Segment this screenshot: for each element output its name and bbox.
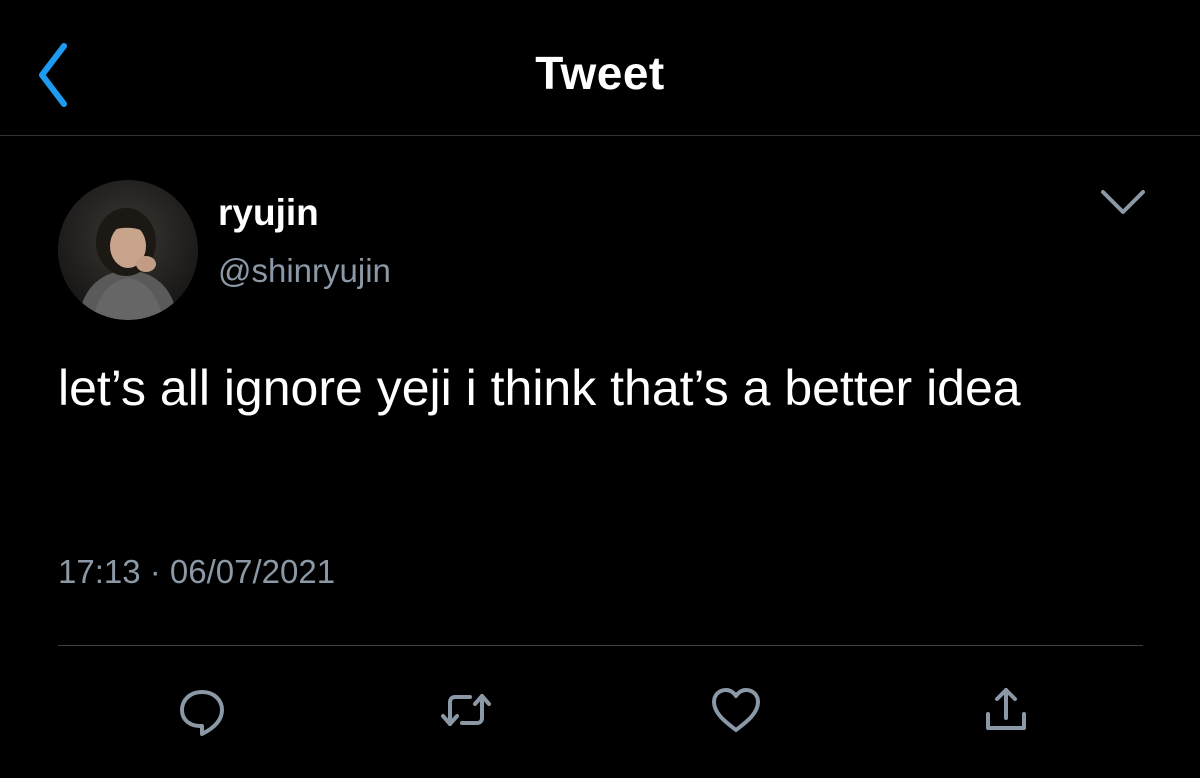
chevron-down-icon <box>1101 190 1145 214</box>
retweet-button[interactable] <box>436 680 496 740</box>
heart-icon <box>712 688 760 732</box>
reply-icon <box>180 690 224 736</box>
tweet-text: let’s all ignore yeji i think that’s a b… <box>58 360 1021 416</box>
author-handle[interactable]: @shinryujin <box>218 252 391 290</box>
like-button[interactable] <box>706 680 766 740</box>
more-options-button[interactable] <box>1095 182 1151 226</box>
top-bar: Tweet <box>0 0 1200 136</box>
retweet-icon <box>441 694 491 726</box>
share-button[interactable] <box>976 680 1036 740</box>
divider <box>58 645 1143 646</box>
tweet-timestamp[interactable]: 17:13 · 06/07/2021 <box>58 553 335 591</box>
page-title: Tweet <box>535 47 665 99</box>
author-display-name[interactable]: ryujin <box>218 192 319 234</box>
avatar[interactable] <box>58 180 198 320</box>
avatar-photo <box>58 180 198 320</box>
reply-button[interactable] <box>172 680 232 740</box>
share-icon <box>986 688 1026 730</box>
